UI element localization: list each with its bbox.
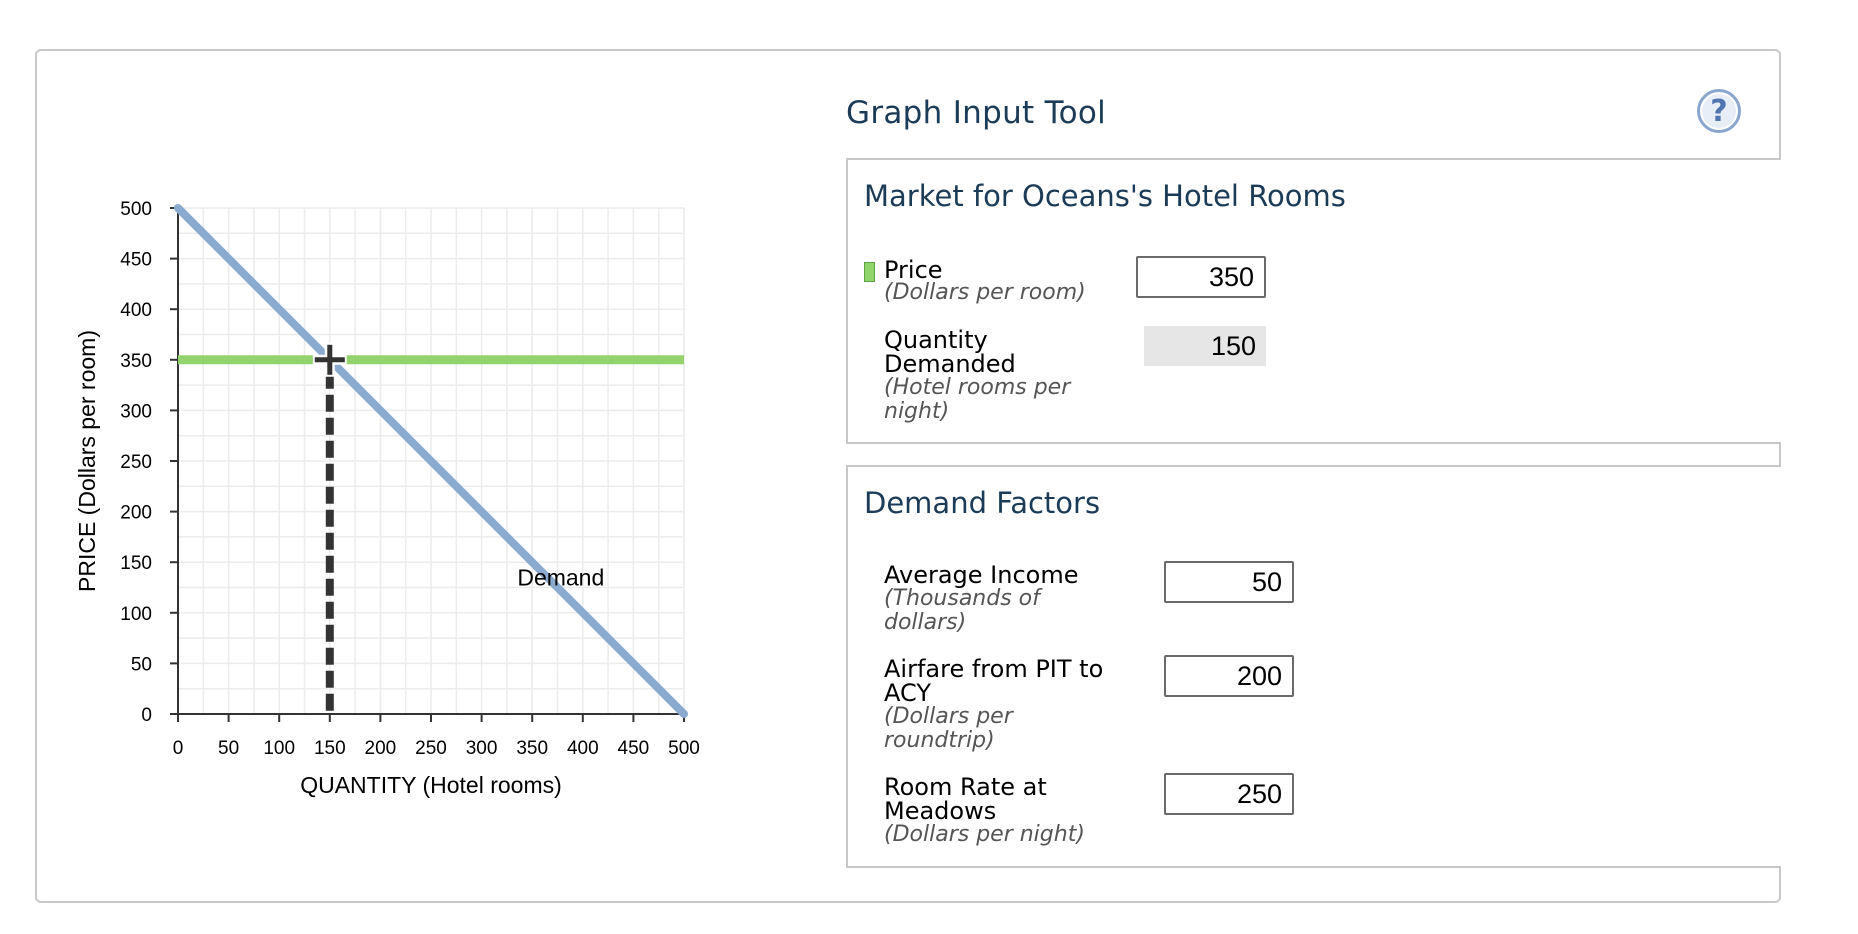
y-tick-label: 200	[120, 503, 152, 524]
demand-curve-label: Demand	[517, 564, 604, 590]
x-tick-label: 200	[365, 738, 397, 759]
market-title: Market for Oceans's Hotel Rooms	[864, 179, 1346, 213]
x-tick-label: 100	[263, 738, 295, 759]
x-tick-label: 150	[314, 738, 346, 759]
room-rate-label-line2: Meadows	[884, 797, 997, 825]
y-tick-label: 250	[120, 452, 152, 473]
x-tick-label: 350	[516, 738, 548, 759]
y-axis-label: PRICE (Dollars per room)	[74, 330, 100, 592]
average-income-unit-line2: dollars)	[884, 610, 967, 635]
quantity-demanded-label-line2: Demanded	[884, 350, 1016, 378]
x-tick-label: 500	[668, 738, 700, 759]
y-tick-label: 400	[120, 300, 152, 321]
y-tick-label: 300	[120, 401, 152, 422]
x-tick-label: 400	[567, 738, 599, 759]
demand-factors-title: Demand Factors	[864, 486, 1101, 520]
market-section: Market for Oceans's Hotel Rooms Price (D…	[846, 158, 1781, 444]
price-unit: (Dollars per room)	[884, 280, 1086, 305]
airfare-label-line2: ACY	[884, 679, 931, 707]
demand-factors-section: Demand Factors Average Income (Thousands…	[846, 465, 1781, 868]
price-input[interactable]	[1136, 256, 1266, 298]
y-tick-label: 100	[120, 604, 152, 625]
airfare-input[interactable]	[1164, 655, 1294, 697]
chart-ticks: 0 50 100 150 200 250 300 350 400 450 500 0 50 100 150 2…	[120, 199, 700, 759]
y-tick-label: 0	[141, 705, 152, 726]
x-tick-label: 250	[415, 738, 447, 759]
x-tick-label: 0	[173, 738, 184, 759]
x-tick-label: 300	[466, 738, 498, 759]
average-income-input[interactable]	[1164, 561, 1294, 603]
x-axis-label: QUANTITY (Hotel rooms)	[300, 772, 562, 798]
room-rate-input[interactable]	[1164, 773, 1294, 815]
x-tick-label: 450	[618, 738, 650, 759]
price-label: Price	[884, 256, 943, 284]
y-tick-label: 50	[131, 654, 152, 675]
quantity-unit-line1: (Hotel rooms per	[884, 375, 1071, 400]
average-income-unit-line1: (Thousands of	[884, 586, 1040, 611]
average-income-label: Average Income	[884, 561, 1079, 589]
price-line-swatch	[864, 262, 875, 282]
airfare-unit-line1: (Dollars per	[884, 704, 1013, 729]
x-tick-label: 50	[218, 738, 239, 759]
quantity-unit-line2: night)	[884, 399, 950, 424]
y-tick-label: 350	[120, 351, 152, 372]
room-rate-unit: (Dollars per night)	[884, 822, 1085, 847]
help-icon[interactable]: ?	[1697, 89, 1741, 133]
airfare-unit-line2: roundtrip)	[884, 728, 995, 753]
airfare-label-line1: Airfare from PIT to	[884, 655, 1104, 683]
room-rate-label-line1: Room Rate at	[884, 773, 1047, 801]
y-tick-label: 150	[120, 553, 152, 574]
quantity-demanded-value: 150	[1144, 326, 1266, 366]
quantity-demanded-label-line1: Quantity	[884, 326, 988, 354]
y-tick-label: 450	[120, 250, 152, 271]
tool-title: Graph Input Tool	[846, 95, 1107, 131]
y-tick-label: 500	[120, 199, 152, 220]
